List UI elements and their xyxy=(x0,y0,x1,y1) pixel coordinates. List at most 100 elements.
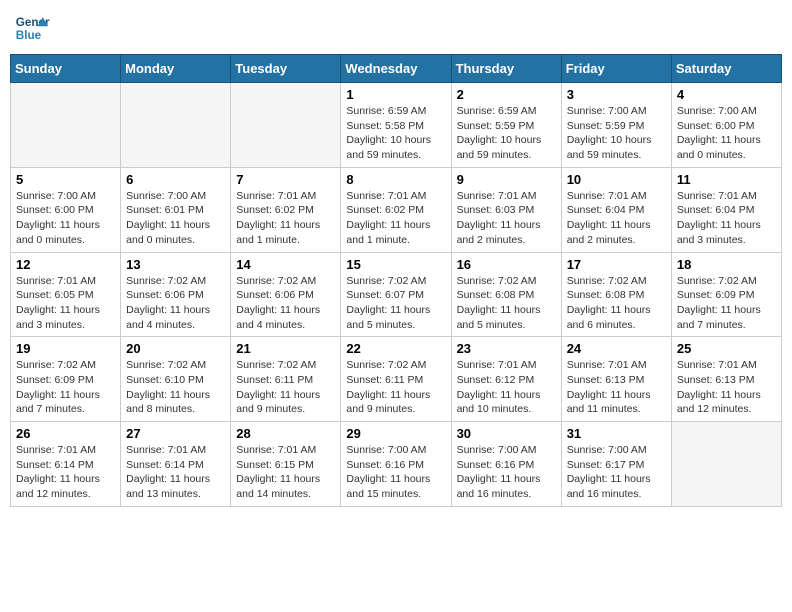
day-number: 17 xyxy=(567,257,666,272)
day-info: Sunrise: 7:02 AM Sunset: 6:08 PM Dayligh… xyxy=(567,274,666,333)
day-number: 10 xyxy=(567,172,666,187)
day-info: Sunrise: 7:01 AM Sunset: 6:02 PM Dayligh… xyxy=(346,189,445,248)
day-number: 27 xyxy=(126,426,225,441)
page-header: General Blue xyxy=(10,10,782,46)
day-info: Sunrise: 7:01 AM Sunset: 6:15 PM Dayligh… xyxy=(236,443,335,502)
day-info: Sunrise: 6:59 AM Sunset: 5:59 PM Dayligh… xyxy=(457,104,556,163)
day-info: Sunrise: 7:00 AM Sunset: 6:16 PM Dayligh… xyxy=(346,443,445,502)
day-number: 21 xyxy=(236,341,335,356)
week-row: 19 Sunrise: 7:02 AM Sunset: 6:09 PM Dayli… xyxy=(11,337,782,422)
day-info: Sunrise: 7:02 AM Sunset: 6:10 PM Dayligh… xyxy=(126,358,225,417)
calendar-cell: 1 Sunrise: 6:59 AM Sunset: 5:58 PM Daylig… xyxy=(341,83,451,168)
calendar-cell xyxy=(121,83,231,168)
calendar-cell: 17 Sunrise: 7:02 AM Sunset: 6:08 PM Dayli… xyxy=(561,252,671,337)
day-of-week-header: Monday xyxy=(121,55,231,83)
calendar-cell: 21 Sunrise: 7:02 AM Sunset: 6:11 PM Dayli… xyxy=(231,337,341,422)
day-number: 29 xyxy=(346,426,445,441)
day-number: 5 xyxy=(16,172,115,187)
calendar-cell: 24 Sunrise: 7:01 AM Sunset: 6:13 PM Dayli… xyxy=(561,337,671,422)
day-number: 20 xyxy=(126,341,225,356)
day-number: 14 xyxy=(236,257,335,272)
calendar-cell: 26 Sunrise: 7:01 AM Sunset: 6:14 PM Dayli… xyxy=(11,422,121,507)
calendar-cell: 23Sunrise: 7:01 AM Sunset: 6:12 PM Dayli… xyxy=(451,337,561,422)
calendar-cell: 9Sunrise: 7:01 AM Sunset: 6:03 PM Daylig… xyxy=(451,167,561,252)
day-info: Sunrise: 7:01 AM Sunset: 6:13 PM Dayligh… xyxy=(677,358,776,417)
day-number: 7 xyxy=(236,172,335,187)
day-info: Sunrise: 7:02 AM Sunset: 6:07 PM Dayligh… xyxy=(346,274,445,333)
day-number: 2 xyxy=(457,87,556,102)
calendar-cell: 11 Sunrise: 7:01 AM Sunset: 6:04 PM Dayli… xyxy=(671,167,781,252)
calendar-cell: 13Sunrise: 7:02 AM Sunset: 6:06 PM Dayli… xyxy=(121,252,231,337)
calendar-cell: 28 Sunrise: 7:01 AM Sunset: 6:15 PM Dayli… xyxy=(231,422,341,507)
calendar-cell: 25Sunrise: 7:01 AM Sunset: 6:13 PM Dayli… xyxy=(671,337,781,422)
day-number: 4 xyxy=(677,87,776,102)
day-number: 8 xyxy=(346,172,445,187)
calendar-cell: 15Sunrise: 7:02 AM Sunset: 6:07 PM Dayli… xyxy=(341,252,451,337)
day-info: Sunrise: 7:01 AM Sunset: 6:05 PM Dayligh… xyxy=(16,274,115,333)
day-number: 31 xyxy=(567,426,666,441)
day-info: Sunrise: 6:59 AM Sunset: 5:58 PM Dayligh… xyxy=(346,104,445,163)
calendar-cell: 8 Sunrise: 7:01 AM Sunset: 6:02 PM Daylig… xyxy=(341,167,451,252)
calendar-cell: 19 Sunrise: 7:02 AM Sunset: 6:09 PM Dayli… xyxy=(11,337,121,422)
day-info: Sunrise: 7:02 AM Sunset: 6:09 PM Dayligh… xyxy=(16,358,115,417)
day-of-week-header: Wednesday xyxy=(341,55,451,83)
logo-icon: General Blue xyxy=(14,10,50,46)
day-info: Sunrise: 7:00 AM Sunset: 6:16 PM Dayligh… xyxy=(457,443,556,502)
calendar-cell: 3 Sunrise: 7:00 AM Sunset: 5:59 PM Daylig… xyxy=(561,83,671,168)
day-info: Sunrise: 7:01 AM Sunset: 6:14 PM Dayligh… xyxy=(16,443,115,502)
day-info: Sunrise: 7:01 AM Sunset: 6:04 PM Dayligh… xyxy=(677,189,776,248)
calendar-cell: 22 Sunrise: 7:02 AM Sunset: 6:11 PM Dayli… xyxy=(341,337,451,422)
logo: General Blue xyxy=(14,10,50,46)
day-info: Sunrise: 7:01 AM Sunset: 6:02 PM Dayligh… xyxy=(236,189,335,248)
day-number: 19 xyxy=(16,341,115,356)
day-info: Sunrise: 7:02 AM Sunset: 6:11 PM Dayligh… xyxy=(236,358,335,417)
day-info: Sunrise: 7:00 AM Sunset: 6:00 PM Dayligh… xyxy=(677,104,776,163)
day-number: 16 xyxy=(457,257,556,272)
day-info: Sunrise: 7:00 AM Sunset: 6:00 PM Dayligh… xyxy=(16,189,115,248)
calendar: SundayMondayTuesdayWednesdayThursdayFrid… xyxy=(10,54,782,507)
calendar-cell: 12 Sunrise: 7:01 AM Sunset: 6:05 PM Dayli… xyxy=(11,252,121,337)
day-info: Sunrise: 7:02 AM Sunset: 6:08 PM Dayligh… xyxy=(457,274,556,333)
day-of-week-header: Sunday xyxy=(11,55,121,83)
day-number: 28 xyxy=(236,426,335,441)
day-info: Sunrise: 7:02 AM Sunset: 6:09 PM Dayligh… xyxy=(677,274,776,333)
header-row: SundayMondayTuesdayWednesdayThursdayFrid… xyxy=(11,55,782,83)
calendar-cell: 31 Sunrise: 7:00 AM Sunset: 6:17 PM Dayli… xyxy=(561,422,671,507)
day-info: Sunrise: 7:00 AM Sunset: 6:01 PM Dayligh… xyxy=(126,189,225,248)
calendar-cell: 14 Sunrise: 7:02 AM Sunset: 6:06 PM Dayli… xyxy=(231,252,341,337)
calendar-cell: 4 Sunrise: 7:00 AM Sunset: 6:00 PM Daylig… xyxy=(671,83,781,168)
calendar-cell: 7 Sunrise: 7:01 AM Sunset: 6:02 PM Daylig… xyxy=(231,167,341,252)
day-number: 23 xyxy=(457,341,556,356)
day-number: 1 xyxy=(346,87,445,102)
calendar-cell: 30Sunrise: 7:00 AM Sunset: 6:16 PM Dayli… xyxy=(451,422,561,507)
day-number: 12 xyxy=(16,257,115,272)
day-number: 6 xyxy=(126,172,225,187)
calendar-cell: 10Sunrise: 7:01 AM Sunset: 6:04 PM Dayli… xyxy=(561,167,671,252)
calendar-cell: 27 Sunrise: 7:01 AM Sunset: 6:14 PM Dayli… xyxy=(121,422,231,507)
day-number: 11 xyxy=(677,172,776,187)
day-info: Sunrise: 7:00 AM Sunset: 6:17 PM Dayligh… xyxy=(567,443,666,502)
day-info: Sunrise: 7:01 AM Sunset: 6:14 PM Dayligh… xyxy=(126,443,225,502)
day-of-week-header: Tuesday xyxy=(231,55,341,83)
calendar-cell: 2 Sunrise: 6:59 AM Sunset: 5:59 PM Daylig… xyxy=(451,83,561,168)
day-number: 9 xyxy=(457,172,556,187)
day-of-week-header: Saturday xyxy=(671,55,781,83)
day-number: 24 xyxy=(567,341,666,356)
day-number: 3 xyxy=(567,87,666,102)
calendar-cell xyxy=(231,83,341,168)
day-info: Sunrise: 7:00 AM Sunset: 5:59 PM Dayligh… xyxy=(567,104,666,163)
calendar-cell: 20 Sunrise: 7:02 AM Sunset: 6:10 PM Dayli… xyxy=(121,337,231,422)
day-info: Sunrise: 7:01 AM Sunset: 6:13 PM Dayligh… xyxy=(567,358,666,417)
week-row: 12 Sunrise: 7:01 AM Sunset: 6:05 PM Dayli… xyxy=(11,252,782,337)
day-number: 13 xyxy=(126,257,225,272)
day-number: 26 xyxy=(16,426,115,441)
calendar-cell: 5 Sunrise: 7:00 AM Sunset: 6:00 PM Daylig… xyxy=(11,167,121,252)
day-info: Sunrise: 7:02 AM Sunset: 6:11 PM Dayligh… xyxy=(346,358,445,417)
svg-text:Blue: Blue xyxy=(16,29,42,42)
day-number: 22 xyxy=(346,341,445,356)
calendar-cell: 29 Sunrise: 7:00 AM Sunset: 6:16 PM Dayli… xyxy=(341,422,451,507)
day-info: Sunrise: 7:02 AM Sunset: 6:06 PM Dayligh… xyxy=(236,274,335,333)
week-row: 26 Sunrise: 7:01 AM Sunset: 6:14 PM Dayli… xyxy=(11,422,782,507)
day-number: 18 xyxy=(677,257,776,272)
calendar-cell: 18 Sunrise: 7:02 AM Sunset: 6:09 PM Dayli… xyxy=(671,252,781,337)
